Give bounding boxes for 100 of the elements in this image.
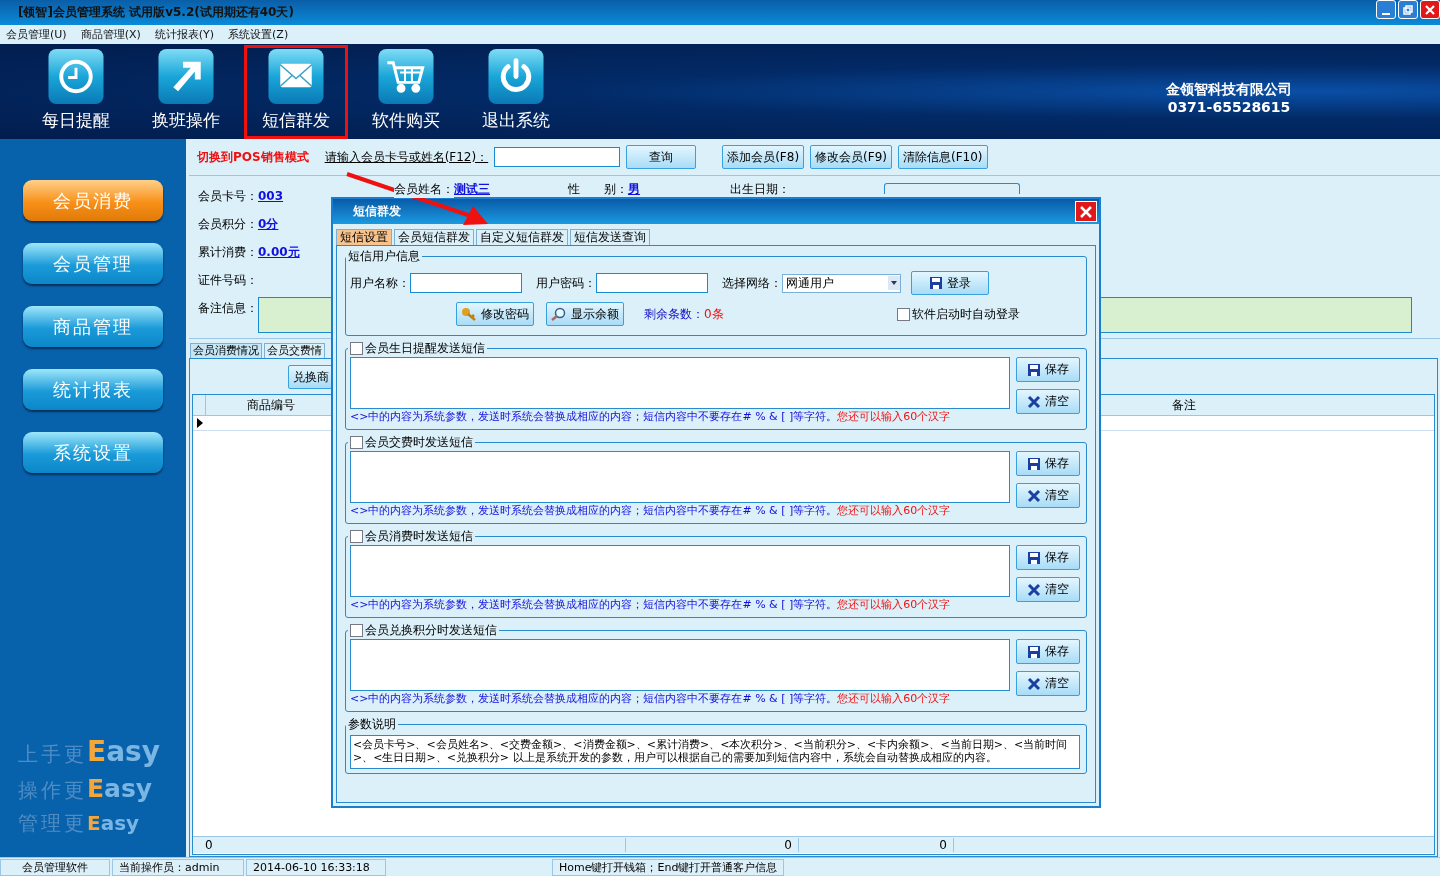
save-icon — [1027, 550, 1041, 565]
slogan-brand: Easy — [87, 735, 160, 768]
message-field[interactable] — [350, 545, 1010, 597]
x-icon — [1027, 394, 1041, 409]
remaining-label: 剩余条数： — [644, 305, 704, 323]
username-field[interactable] — [410, 273, 522, 293]
field-value[interactable]: 003 — [258, 189, 284, 203]
minimize-button[interactable] — [1376, 0, 1396, 19]
toolbar-button[interactable]: 每日提醒 — [24, 45, 128, 139]
slogan-text: 操作更 — [18, 777, 87, 804]
field-label: 证件号码： — [198, 271, 258, 289]
menu-item[interactable]: 商品管理(X) — [80, 27, 141, 42]
tab[interactable]: 短信设置 — [336, 229, 392, 245]
checkbox-label: 会员兑换积分时发送短信 — [365, 622, 497, 639]
save-button[interactable]: 保存 — [1016, 545, 1080, 570]
toolbar-button[interactable]: 短信群发 — [244, 45, 348, 139]
status-text: Home键打开钱箱；End键打开普通客户信息 — [552, 858, 785, 876]
message-field[interactable] — [350, 451, 1010, 503]
dialog-title: 短信群发 — [353, 203, 401, 220]
power-icon — [487, 48, 545, 105]
char-counter: 您还可以输入60个汉字 — [837, 692, 951, 705]
checkbox-label: 会员交费时发送短信 — [365, 434, 473, 451]
save-icon — [1027, 644, 1041, 659]
checkbox-label: 会员消费时发送短信 — [365, 528, 473, 545]
field-value[interactable]: 0.00元 — [258, 243, 300, 261]
x-icon — [1027, 582, 1041, 597]
hint-text: <>中的内容为系统参数，发送时系统会替换成相应的内容；短信内容中不要存在# % & [ ]等字符。 — [350, 598, 838, 611]
cart-icon — [377, 48, 435, 105]
footer-cell: 0 — [193, 838, 626, 852]
clear-button[interactable]: 清空 — [1016, 577, 1080, 602]
save-button[interactable]: 保存 — [1016, 451, 1080, 476]
menu-item[interactable]: 统计报表(Y) — [154, 27, 215, 42]
group-title: 参数说明 — [347, 716, 397, 733]
field-value[interactable]: 测试三 — [454, 181, 490, 198]
save-button[interactable]: 保存 — [1016, 357, 1080, 382]
close-icon — [1080, 205, 1092, 218]
clear-button[interactable]: 清空 — [1016, 483, 1080, 508]
save-icon — [929, 276, 943, 290]
slogan-text: 上手更 — [18, 741, 87, 768]
message-field[interactable] — [350, 639, 1010, 691]
change-password-button[interactable]: 修改密码 — [456, 302, 534, 326]
char-counter: 您还可以输入60个汉字 — [837, 504, 951, 517]
dropdown-icon — [888, 276, 900, 290]
save-button[interactable]: 保存 — [1016, 639, 1080, 664]
close-button[interactable] — [1075, 201, 1097, 222]
field-value[interactable]: 0分 — [258, 215, 279, 233]
checkbox-label: 会员生日提醒发送短信 — [365, 340, 485, 357]
tab[interactable]: 自定义短信群发 — [476, 229, 568, 245]
field-label: 会员积分： — [198, 215, 258, 233]
checkbox[interactable] — [350, 342, 363, 355]
footer-cell: 0 — [626, 838, 799, 852]
checkbox[interactable] — [896, 307, 910, 321]
clear-button[interactable]: 清空 — [1016, 389, 1080, 414]
slogan-brand: Easy — [87, 811, 140, 835]
x-icon — [1027, 488, 1041, 503]
tab[interactable]: 短信发送查询 — [570, 229, 650, 245]
field-label: 累计消费： — [198, 243, 258, 261]
checkbox[interactable] — [350, 436, 363, 449]
company-phone: 0371-65528615 — [1167, 99, 1291, 115]
hint-text: <>中的内容为系统参数，发送时系统会替换成相应的内容；短信内容中不要存在# % & [ ]等字符。 — [350, 692, 838, 705]
magnifier-icon — [551, 307, 567, 321]
toolbar-button[interactable]: 退出系统 — [464, 45, 568, 139]
message-field[interactable] — [350, 357, 1010, 409]
action-button[interactable]: 添加会员(F8) — [722, 145, 805, 169]
field-label: 出生日期： — [730, 181, 790, 198]
mail-icon — [267, 48, 325, 105]
field-label: 用户密码： — [536, 274, 596, 292]
date-field[interactable] — [884, 183, 1020, 194]
toolbar-button[interactable]: 软件购买 — [354, 45, 458, 139]
field-value[interactable]: 男 — [628, 181, 640, 198]
close-button[interactable] — [1420, 0, 1440, 19]
restore-button[interactable] — [1398, 0, 1418, 19]
x-icon — [1027, 676, 1041, 691]
tab[interactable]: 会员消费情况 — [190, 343, 262, 358]
action-button[interactable]: 清除信息(F10) — [898, 145, 988, 169]
save-icon — [1027, 456, 1041, 471]
action-button[interactable]: 查询 — [626, 145, 697, 169]
field-label: 用户名称： — [350, 274, 410, 292]
tab[interactable]: 会员交费情 — [264, 343, 325, 358]
checkbox[interactable] — [350, 624, 363, 637]
pos-mode-link[interactable]: 切换到POS销售模式 — [197, 148, 309, 166]
network-dropdown[interactable]: 网通用户 — [782, 273, 901, 293]
tab[interactable]: 会员短信群发 — [394, 229, 474, 245]
menu-item[interactable]: 会员管理(U) — [6, 27, 67, 42]
params-text: <会员卡号>、<会员姓名>、<交费金额>、<消费金额>、<累计消费>、<本次积分>、<当前积分>、<卡内余额>、<当前日期>、<当前时间>、<生日日期>、<兑换积分> 以上是系统开发的参数，用户可以根据自己的需要加到短信内容中，系统会自动替换成相应的内容。 — [350, 735, 1080, 769]
close-icon — [1425, 4, 1435, 15]
search-label: 请输入会员卡号或姓名(F12)： — [324, 148, 489, 166]
checkbox[interactable] — [350, 530, 363, 543]
toolbar-button[interactable]: 换班操作 — [134, 45, 238, 139]
save-icon — [1027, 362, 1041, 377]
action-button[interactable]: 修改会员(F9) — [810, 145, 892, 169]
company-name: 金领智科技有限公司 — [1166, 81, 1292, 99]
search-field[interactable] — [494, 147, 621, 167]
field-label: 性 别： — [568, 181, 628, 198]
login-button[interactable]: 登录 — [911, 271, 989, 295]
password-field[interactable] — [596, 273, 708, 293]
show-balance-button[interactable]: 显示余额 — [546, 302, 624, 326]
footer-cell: 0 — [799, 838, 954, 852]
menu-item[interactable]: 系统设置(Z) — [228, 27, 289, 42]
clear-button[interactable]: 清空 — [1016, 671, 1080, 696]
